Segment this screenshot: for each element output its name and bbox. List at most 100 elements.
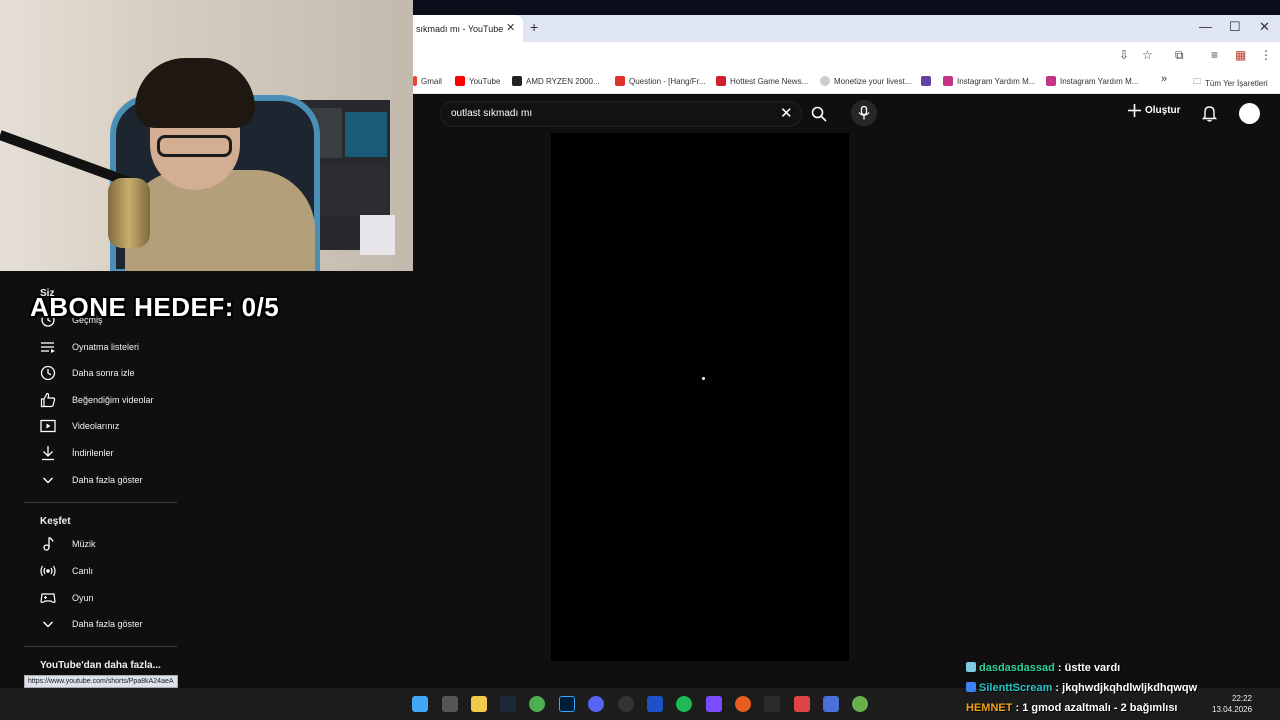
subscriber-goal-overlay: ABONE HEDEF: 0/5 [30,292,280,322]
plus-icon [1128,104,1141,117]
chat-message: HEMNET : 1 gmod azaltmalı - 2 bağımlısı [966,702,1178,714]
download-icon [42,446,54,461]
sidebar-item-gaming[interactable]: Oyun [72,593,94,603]
search-button[interactable] [806,101,832,127]
tab-youtube[interactable]: sıkmadı mı - YouTube ✕ [413,15,523,42]
chat-badge-icon [966,682,976,692]
shorts-video-player[interactable] [551,133,849,661]
bookmark-instagram-1[interactable]: Instagram Yardım M... [943,76,1035,86]
chat-text: : üstte vardı [1054,662,1121,674]
search-value: outlast sıkmadı mı [451,108,533,119]
chat-username: HEMNET [966,702,1013,714]
bookmark-amd[interactable]: AMD RYZEN 2000... [512,76,600,86]
chevron-down-icon [43,477,53,484]
grid-app-icon[interactable] [706,696,722,712]
close-window-button[interactable]: ✕ [1259,19,1270,35]
clock-icon [40,365,56,381]
drive-icon[interactable] [794,696,810,712]
chrome-icon[interactable] [529,696,545,712]
sidebar-item-liked-videos[interactable]: Beğendiğim videolar [72,395,154,405]
app-icon[interactable] [735,696,751,712]
sidebar-item-music[interactable]: Müzik [72,539,96,549]
bell-icon [1201,106,1218,122]
thumbs-up-icon [40,392,56,408]
all-bookmarks-label: Tüm Yer İşaretleri [1205,78,1268,88]
tab-bar: sıkmadı mı - YouTube ✕ + — ☐ ✕ [413,15,1280,42]
minimize-button[interactable]: — [1199,19,1212,34]
notifications-button[interactable] [1201,105,1218,127]
bookmark-purple[interactable] [921,76,931,86]
extensions-icon[interactable]: ⧉ [1175,48,1184,63]
xbox-icon[interactable] [852,696,868,712]
clear-search-icon[interactable]: ✕ [780,104,793,122]
bookmark-gmail[interactable]: Gmail [413,76,442,86]
bookmark-monetize[interactable]: Monetize your livest... [820,76,911,86]
start-menu-icon[interactable] [412,696,428,712]
sidebar-item-show-more[interactable]: Daha fazla göster [72,475,143,485]
voice-search-button[interactable] [851,100,877,126]
create-button[interactable]: Oluştur [1128,104,1181,117]
bookmark-label: Gmail [421,76,442,86]
search-icon [811,106,827,122]
bookmark-label: Monetize your livest... [834,76,912,86]
sidebar-item-show-more-explore[interactable]: Daha fazla göster [72,619,143,629]
bookmark-label: YouTube [469,76,501,86]
chat-text: : 1 gmod azaltmalı - 2 bağımlısı [1012,702,1178,714]
loading-indicator [702,377,705,380]
sidebar-item-your-videos[interactable]: Videolarınız [72,421,119,431]
amd-icon [512,76,522,86]
sidebar-item-downloads[interactable]: İndirilenler [72,448,114,458]
bookmarks-overflow-button[interactable]: » [1161,73,1167,85]
sidebar-item-live[interactable]: Canlı [72,566,93,576]
monitor-icon[interactable] [823,696,839,712]
file-explorer-icon[interactable] [471,696,487,712]
menu-kebab-icon[interactable]: ⋮ [1260,48,1272,62]
steam-icon[interactable] [500,696,516,712]
bookmark-question[interactable]: Question - [Hang/Fr... [615,76,705,86]
gaming-icon [40,593,56,603]
sidebar-header-more-from-youtube: YouTube'dan daha fazla... [40,660,161,671]
bookmark-youtube[interactable]: YouTube [455,76,500,86]
bookmarks-bar: Gmail YouTube AMD RYZEN 2000... Question… [413,70,1280,94]
profile-icon[interactable]: ▦ [1235,48,1246,62]
tab-close-icon[interactable]: ✕ [506,21,515,34]
sidebar-item-playlists[interactable]: Oynatma listeleri [72,342,139,352]
news-icon [716,76,726,86]
maximize-button[interactable]: ☐ [1229,19,1241,35]
live-icon [40,565,56,577]
playlist-icon [41,342,55,353]
microphone-icon [858,106,870,120]
sidebar-item-watch-later[interactable]: Daha sonra izle [72,368,135,378]
media-control-icon[interactable]: ≡ [1211,48,1218,62]
bookmark-game-news[interactable]: Hottest Game News... [716,76,808,86]
instagram-icon [943,76,953,86]
all-bookmarks[interactable]: 🗀 Tüm Yer İşaretleri [1193,76,1268,90]
new-tab-button[interactable]: + [530,19,538,35]
bookmark-label: AMD RYZEN 2000... [526,76,600,86]
discord-icon[interactable] [588,696,604,712]
clock-date: 13.04.2026 [1212,705,1253,714]
bookmark-star-icon[interactable]: ☆ [1142,48,1153,62]
bookmark-instagram-2[interactable]: Instagram Yardım M... [1046,76,1138,86]
sidebar-header-explore: Keşfet [40,516,71,527]
status-bar-url: https://www.youtube.com/shorts/Ppa8kA24a… [24,675,178,688]
avatar[interactable] [1239,103,1260,124]
chat-badge-icon [966,662,976,672]
v-app-icon[interactable] [647,696,663,712]
bookmark-label: Hottest Game News... [730,76,809,86]
install-app-icon[interactable]: ⇩ [1119,48,1129,62]
youtube-icon [455,76,465,86]
system-clock[interactable]: 22:22 13.04.2026 [1212,693,1252,715]
clock-time: 22:22 [1231,694,1252,703]
epic-games-icon[interactable] [764,696,780,712]
sidebar-divider [24,646,177,647]
sidebar-divider [24,502,177,503]
chat-text: : jkqhwdjkqhdlwljkdhqwqw [1052,682,1198,694]
loading-icon [820,76,830,86]
browser-toolbar: ⇩ ☆ ⧉ ≡ ▦ ⋮ [413,42,1280,70]
photoshop-icon[interactable] [559,696,575,712]
spotify-icon[interactable] [676,696,692,712]
obs-icon[interactable] [618,696,634,712]
task-view-icon[interactable] [442,696,458,712]
folder-icon: 🗀 [1193,77,1201,86]
